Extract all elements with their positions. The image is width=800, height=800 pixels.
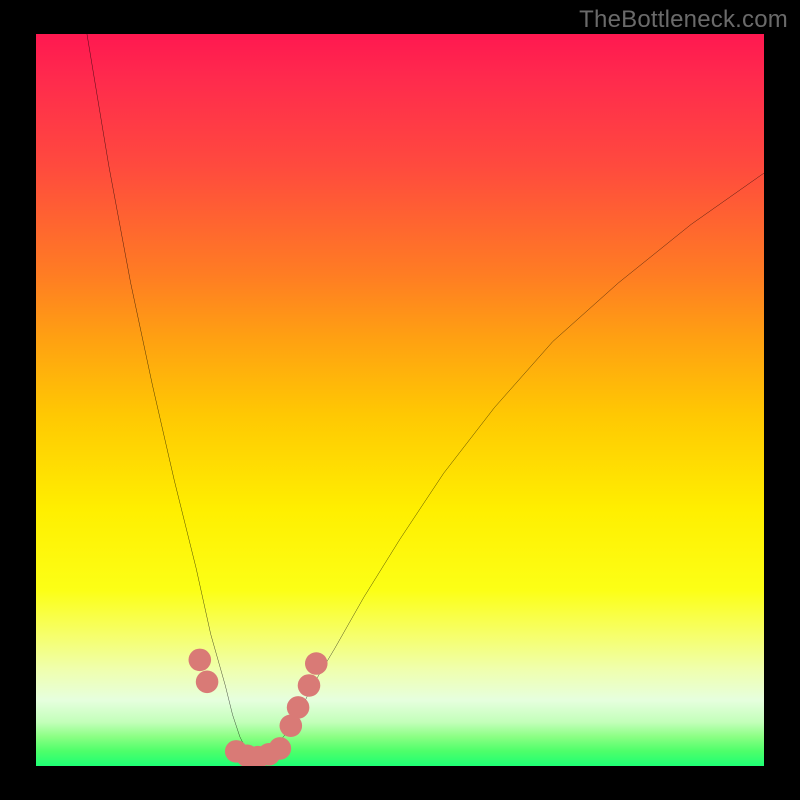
marker-dot — [305, 652, 328, 675]
chart-svg — [36, 34, 764, 766]
marker-dot — [298, 674, 321, 697]
chart-frame: TheBottleneck.com — [0, 0, 800, 800]
watermark-text: TheBottleneck.com — [579, 6, 788, 34]
curve-markers — [189, 649, 328, 766]
marker-dot — [287, 696, 310, 719]
plot-area — [36, 34, 764, 766]
marker-dot — [189, 649, 212, 672]
marker-dot — [196, 671, 219, 694]
bottleneck-curve — [87, 34, 764, 759]
marker-dot — [269, 737, 292, 760]
